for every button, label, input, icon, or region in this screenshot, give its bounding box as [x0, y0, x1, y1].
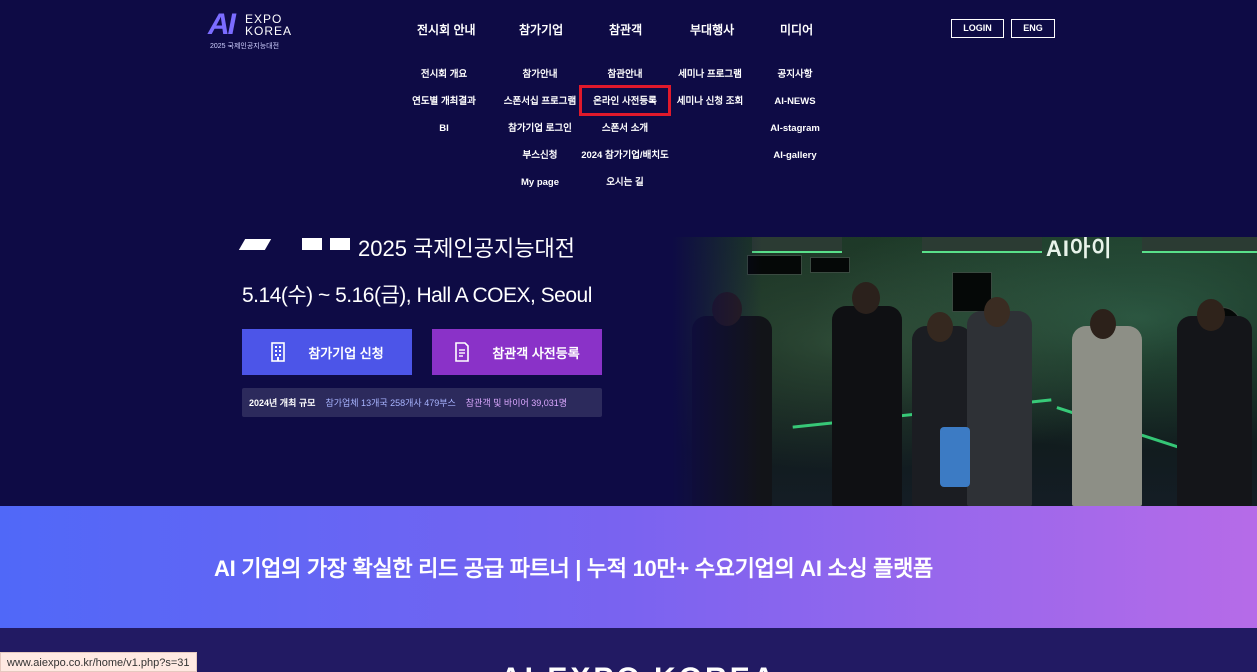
attendee [1072, 326, 1142, 506]
attendee-head [1090, 309, 1116, 339]
submenu-my-page[interactable]: My page [500, 176, 580, 203]
status-bar-url: www.aiexpo.co.kr/home/v1.php?s=31 [0, 652, 197, 672]
login-button[interactable]: LOGIN [951, 19, 1004, 38]
document-icon [455, 342, 470, 362]
nav-side-events[interactable]: 부대행사 [690, 21, 734, 38]
event-stats-bar: 2024년 개최 규모 참가업체 13개국 258개사 479부스 참관객 및 … [242, 388, 602, 417]
submenu-ai-stagram[interactable]: AI-stagram [760, 122, 830, 149]
nav-media[interactable]: 미디어 [780, 21, 813, 38]
event-date-venue: 5.14(수) ~ 5.16(금), Hall A COEX, Seoul [242, 284, 592, 307]
section-heading: AI EXPO KOREA [500, 662, 777, 672]
booth-sign [1142, 237, 1257, 253]
submenu-ai-gallery[interactable]: AI-gallery [760, 149, 830, 176]
title-decoration [330, 238, 350, 250]
promo-banner: AI 기업의 가장 확실한 리드 공급 파트너 | 누적 10만+ 수요기업의 … [0, 506, 1257, 628]
submenu-sponsor-intro[interactable]: 스폰서 소개 [575, 122, 675, 149]
submenu-exhibitor-floorplan[interactable]: 2024 참가기업/배치도 [575, 149, 675, 176]
submenu-bi[interactable]: BI [405, 122, 483, 149]
booth-sign [752, 237, 842, 253]
hero-section: AI아이 2025 국제인공지능대전 5.14(수) ~ 5.16(금), Ha… [0, 237, 1257, 506]
submenu-visit-guide[interactable]: 참관안내 [575, 68, 675, 95]
nav-exhibition-info[interactable]: 전시회 안내 [417, 21, 476, 38]
nav-exhibitors[interactable]: 참가기업 [519, 21, 563, 38]
main-nav: 전시회 안내 참가기업 참관객 부대행사 미디어 [0, 21, 1257, 39]
submenu-side-events: 세미나 프로그램 세미나 신청 조회 [672, 68, 748, 122]
submenu-directions[interactable]: 오시는 길 [575, 176, 675, 203]
submenu-visitors: 참관안내 온라인 사전등록 스폰서 소개 2024 참가기업/배치도 오시는 길 [575, 68, 675, 203]
photo-fade [672, 237, 762, 506]
visitor-preregister-label: 참관객 사전등록 [492, 345, 580, 361]
booth-sign [922, 237, 1042, 253]
promo-banner-text: AI 기업의 가장 확실한 리드 공급 파트너 | 누적 10만+ 수요기업의 … [214, 556, 933, 581]
nav-visitors[interactable]: 참관객 [609, 21, 642, 38]
attendee-head [927, 312, 953, 342]
attendee [832, 306, 902, 506]
submenu-media: 공지사항 AI-NEWS AI-stagram AI-gallery [760, 68, 830, 176]
submenu-participation-guide[interactable]: 참가안내 [500, 68, 580, 95]
stats-exhibitors: 참가업체 13개국 258개사 479부스 [325, 398, 456, 408]
visitor-preregister-button[interactable]: 참관객 사전등록 [432, 329, 602, 375]
exhibitor-apply-label: 참가기업 신청 [308, 345, 384, 361]
title-decoration [238, 239, 272, 250]
building-icon [271, 342, 286, 362]
booth-sign-text: AI아이 [1046, 237, 1113, 261]
submenu-exhibition-info: 전시회 개요 연도별 개최결과 BI [405, 68, 483, 149]
attendee [967, 311, 1032, 506]
hero-title: 2025 국제인공지능대전 [238, 237, 602, 261]
language-button[interactable]: ENG [1011, 19, 1055, 38]
hero-title-text: 2025 국제인공지능대전 [358, 237, 575, 261]
title-decoration [302, 238, 322, 250]
attendee-head [852, 282, 880, 314]
submenu-booth-application[interactable]: 부스신청 [500, 149, 580, 176]
submenu-exhibitor-login[interactable]: 참가기업 로그인 [500, 122, 580, 149]
submenu-sponsorship[interactable]: 스폰서십 프로그램 [500, 95, 580, 122]
attendee-head [984, 297, 1010, 327]
submenu-ai-news[interactable]: AI-NEWS [760, 95, 830, 122]
submenu-overview[interactable]: 전시회 개요 [405, 68, 483, 95]
submenu-seminar-program[interactable]: 세미나 프로그램 [672, 68, 748, 95]
exhibition-photo: AI아이 [672, 237, 1257, 506]
attendee [1177, 316, 1252, 506]
attendee-head [1197, 299, 1225, 331]
submenu-seminar-lookup[interactable]: 세미나 신청 조회 [672, 95, 748, 122]
shopping-bag [940, 427, 970, 487]
stats-label: 2024년 개최 규모 [249, 398, 316, 408]
submenu-exhibitors: 참가안내 스폰서십 프로그램 참가기업 로그인 부스신청 My page [500, 68, 580, 203]
submenu-notice[interactable]: 공지사항 [760, 68, 830, 95]
monitor [810, 257, 850, 273]
submenu-online-preregistration[interactable]: 온라인 사전등록 [575, 95, 675, 122]
exhibitor-apply-button[interactable]: 참가기업 신청 [242, 329, 412, 375]
stats-visitors: 참관객 및 바이어 39,031명 [465, 398, 568, 408]
logo-subtitle: 2025 국제인공지능대전 [210, 43, 280, 50]
submenu-yearly-results[interactable]: 연도별 개최결과 [405, 95, 483, 122]
site-header: AI EXPO KOREA 2025 국제인공지능대전 전시회 안내 참가기업 … [0, 0, 1257, 237]
